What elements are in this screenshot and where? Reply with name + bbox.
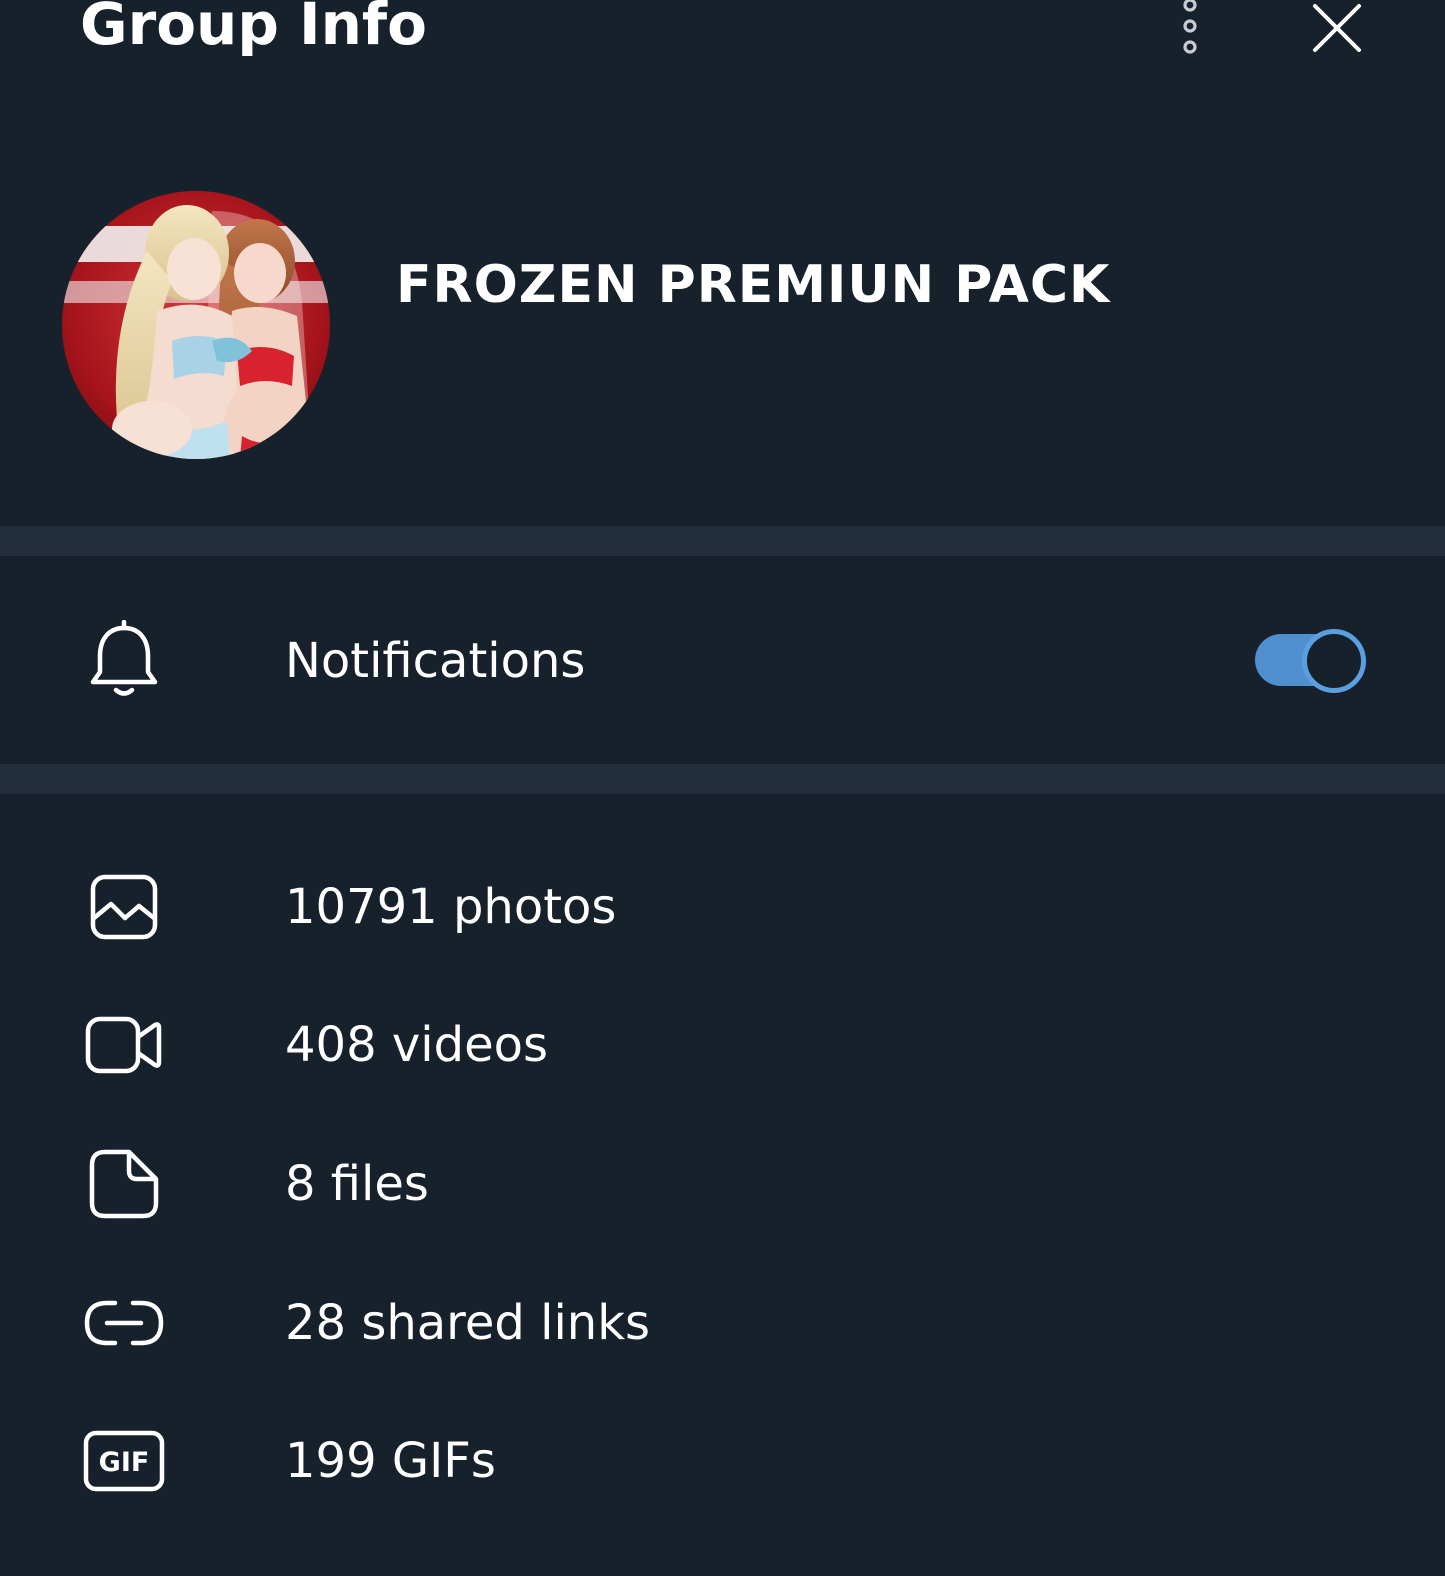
header: Group Info — [0, 0, 1445, 120]
close-icon — [1313, 4, 1361, 52]
page-title: Group Info — [80, 0, 428, 58]
videos-row[interactable]: 408 videos — [0, 976, 1445, 1114]
gif-icon: GIF — [80, 1417, 168, 1505]
profile-section: FROZEN PREMIUN PACK — [0, 120, 1445, 526]
close-button[interactable] — [1306, 0, 1368, 56]
photos-row[interactable]: 10791 photos — [0, 838, 1445, 976]
group-info-panel: Group Info FROZEN PREMIUN PACK Notificat… — [0, 0, 1445, 1576]
toggle-knob — [1302, 629, 1366, 693]
shared-links-row[interactable]: 28 shared links — [0, 1254, 1445, 1392]
notifications-row[interactable]: Notifications — [0, 556, 1445, 764]
gifs-row[interactable]: GIF 199 GIFs — [0, 1392, 1445, 1530]
avatar-artwork — [62, 191, 330, 459]
gif-icon-text: GIF — [99, 1447, 150, 1478]
notifications-toggle[interactable] — [1255, 628, 1366, 693]
group-avatar[interactable] — [62, 191, 330, 459]
file-icon — [80, 1140, 168, 1228]
gifs-label: 199 GIFs — [285, 1433, 496, 1489]
files-label: 8 files — [285, 1156, 429, 1212]
videos-label: 408 videos — [285, 1017, 548, 1073]
photo-icon — [80, 863, 168, 951]
group-name: FROZEN PREMIUN PACK — [396, 255, 1111, 315]
files-row[interactable]: 8 files — [0, 1115, 1445, 1253]
notifications-label: Notifications — [285, 633, 586, 689]
more-vertical-icon — [1183, 0, 1197, 54]
section-divider — [0, 764, 1445, 794]
video-icon — [80, 1001, 168, 1089]
photos-label: 10791 photos — [285, 879, 617, 935]
link-icon — [80, 1279, 168, 1367]
section-divider — [0, 526, 1445, 556]
shared-links-label: 28 shared links — [285, 1295, 651, 1351]
more-options-button[interactable] — [1160, 0, 1220, 60]
bell-icon — [80, 616, 168, 704]
